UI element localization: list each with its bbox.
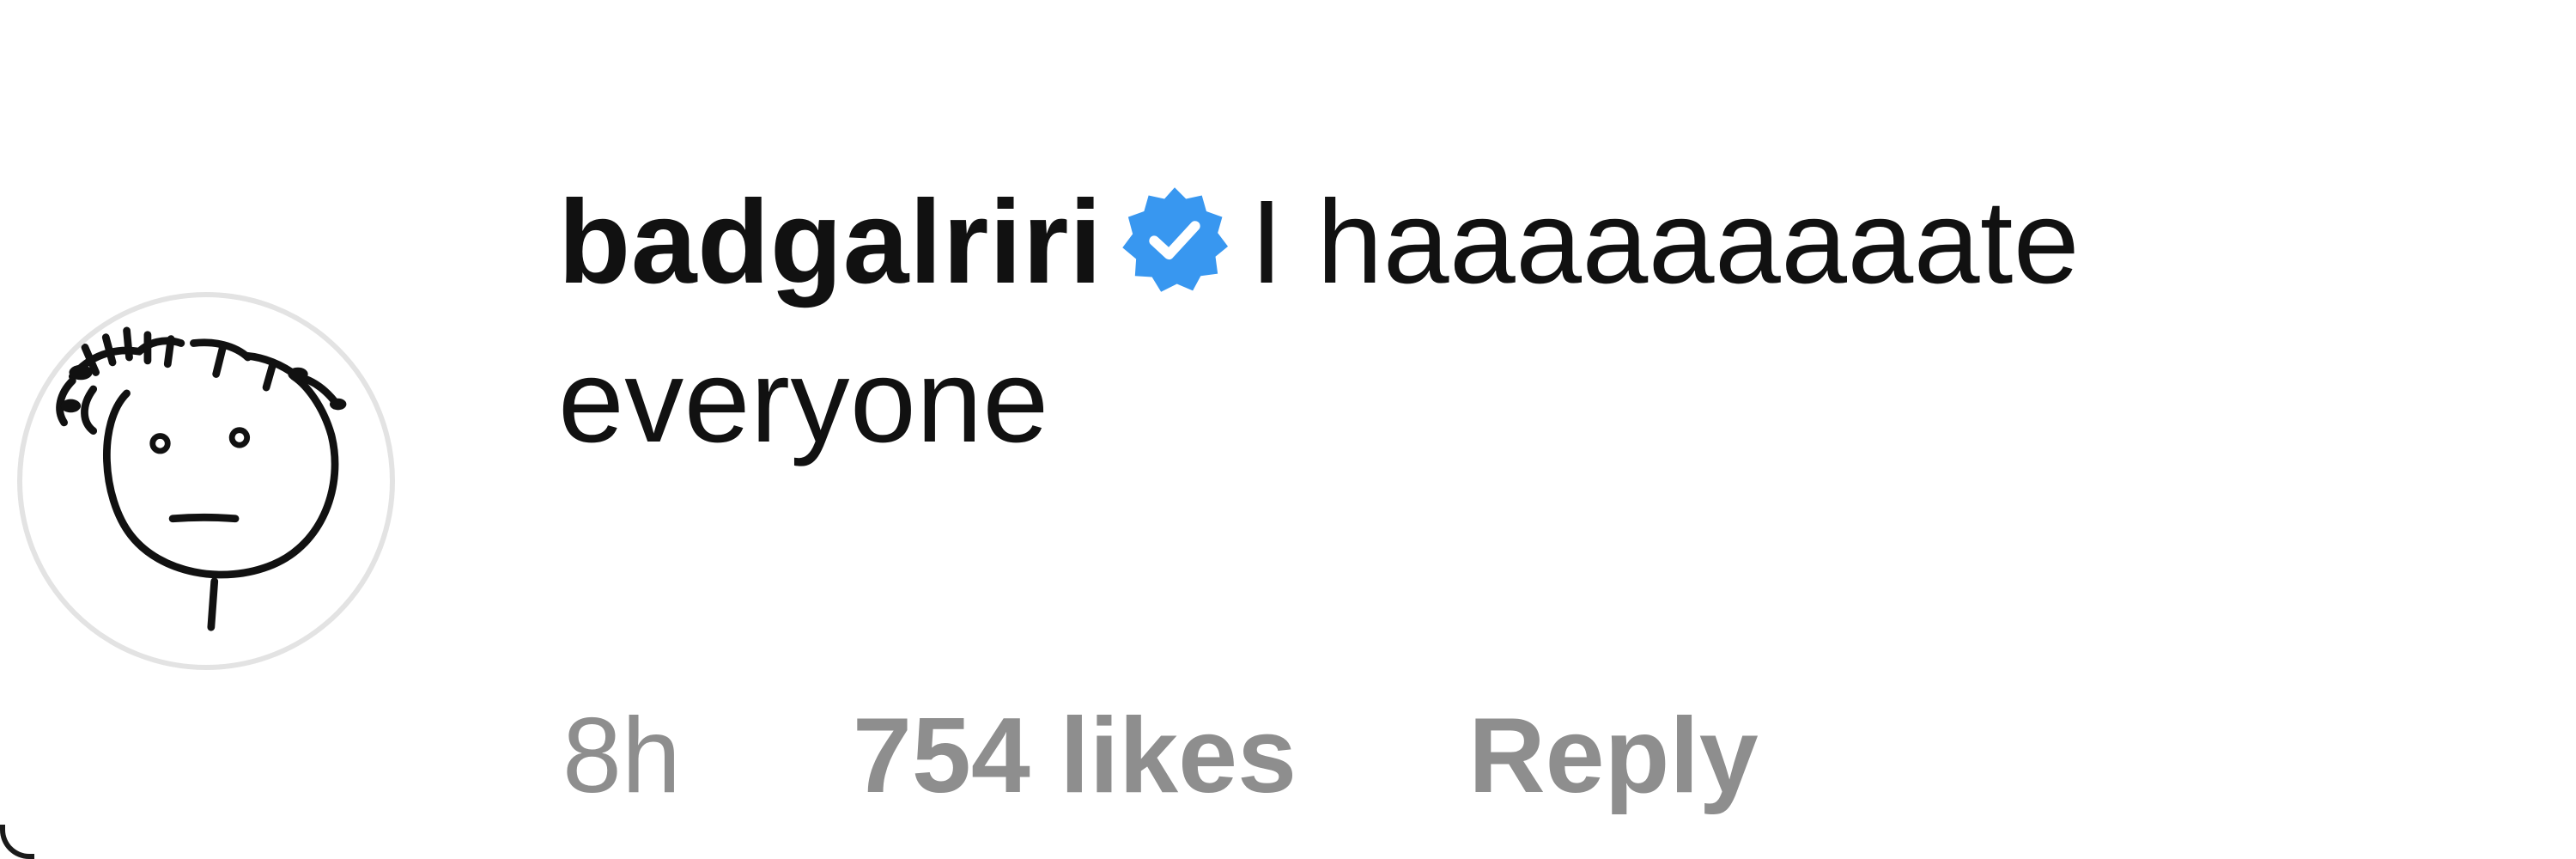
comment-timestamp: 8h — [562, 697, 681, 815]
verified-badge-icon — [1118, 183, 1231, 296]
comment-body: badgalriri I haaaaaaaaate everyone — [558, 163, 2490, 481]
reply-button[interactable]: Reply — [1468, 695, 1759, 817]
comment-screenshot: badgalriri I haaaaaaaaate everyone 8h 754… — [0, 0, 2576, 859]
comment-meta: 8h 754 likes Reply — [562, 687, 1759, 825]
avatar[interactable] — [17, 292, 395, 670]
comment-text-line1: I haaaaaaaaate — [1249, 176, 2081, 308]
doodle-face-icon — [56, 326, 347, 631]
likes-count-link[interactable]: 754 likes — [853, 695, 1297, 817]
username-link[interactable]: badgalriri — [558, 176, 1103, 308]
frame-corner — [0, 825, 34, 859]
comment-text-line2: everyone — [558, 335, 1049, 467]
